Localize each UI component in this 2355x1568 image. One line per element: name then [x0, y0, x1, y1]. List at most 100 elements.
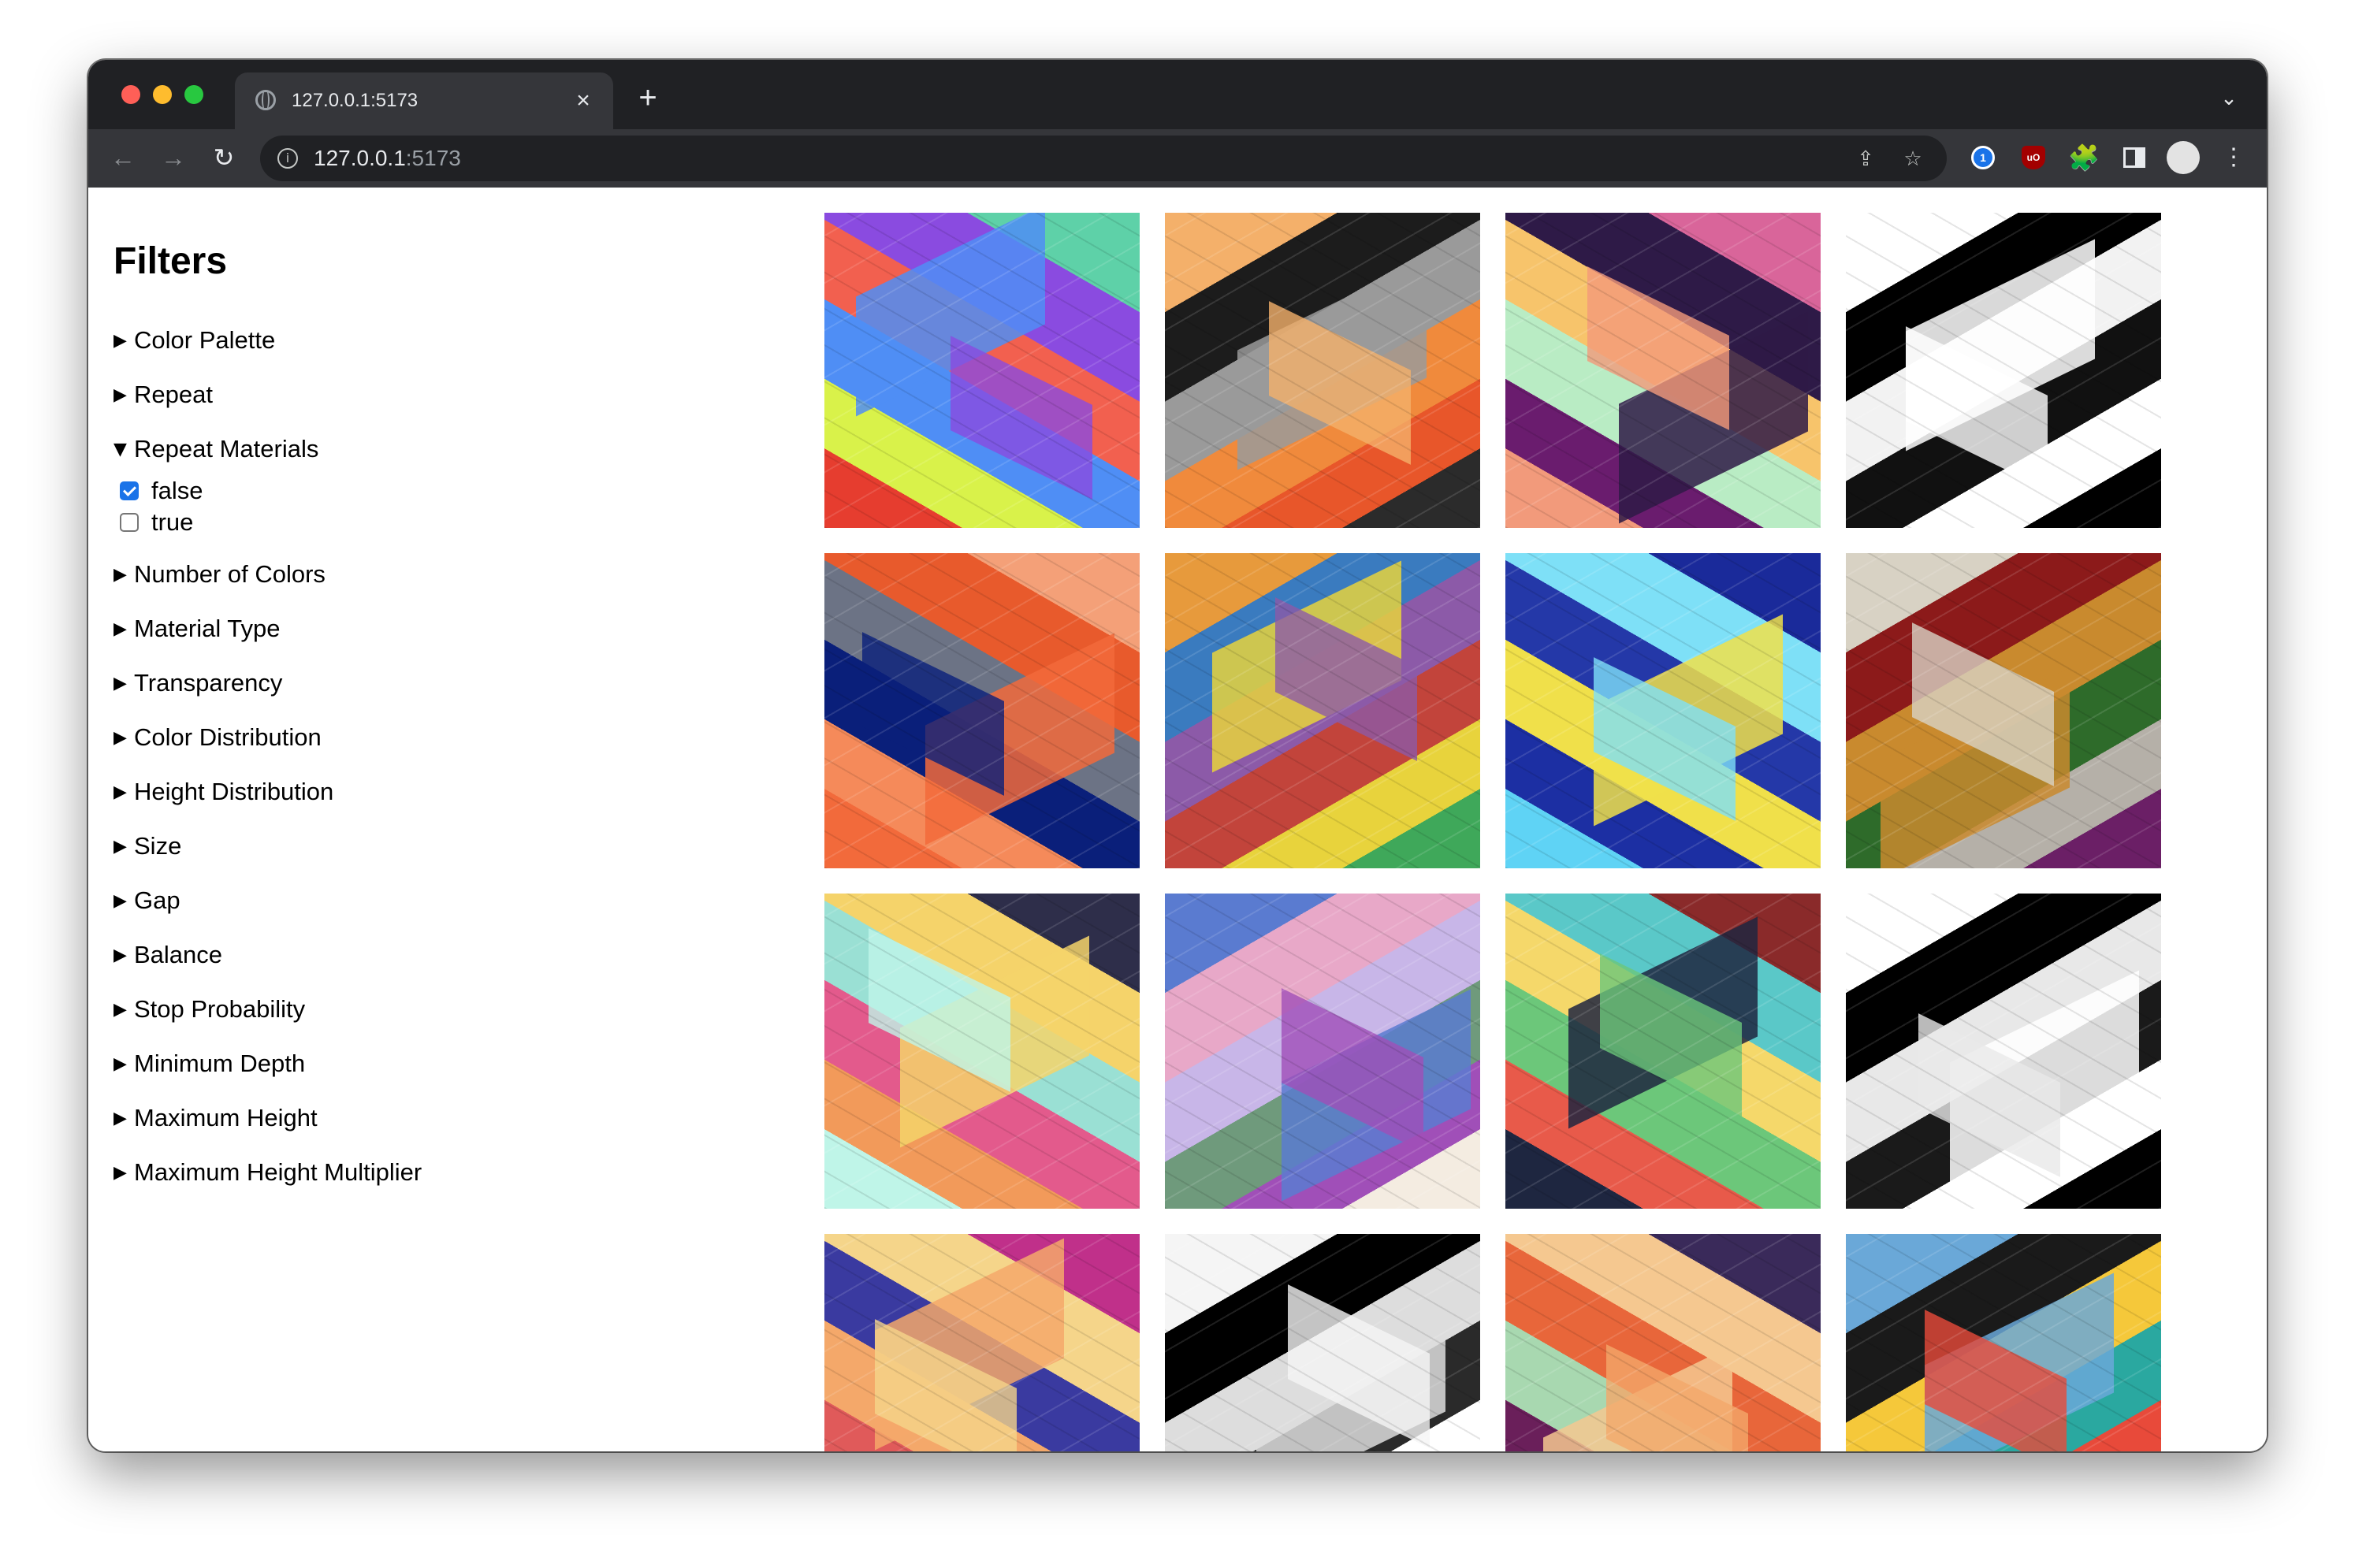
- ublock-icon[interactable]: uO: [2016, 140, 2051, 175]
- filters-title: Filters: [113, 240, 228, 282]
- filter-label: Maximum Height: [134, 1104, 318, 1131]
- filter-toggle-color-palette[interactable]: ▶ Color Palette: [113, 323, 275, 358]
- triangle-down-icon: ▼: [113, 439, 127, 459]
- filter-label: Gap: [134, 886, 180, 914]
- profile-avatar[interactable]: [2166, 140, 2201, 175]
- filter-toggle-color-distribution[interactable]: ▶ Color Distribution: [113, 720, 322, 755]
- generated-artwork-thumbnail[interactable]: [1505, 553, 1821, 868]
- ublock-label: uO: [2022, 145, 2045, 169]
- star-icon[interactable]: ☆: [1898, 143, 1928, 173]
- filter-toggle-balance[interactable]: ▶ Balance: [113, 938, 222, 972]
- filter-option-label: false: [151, 477, 203, 504]
- minimize-window-button[interactable]: [153, 85, 172, 104]
- filter-label: Color Distribution: [134, 723, 322, 751]
- filter-toggle-repeat[interactable]: ▶ Repeat: [113, 377, 213, 412]
- browser-tab[interactable]: 127.0.0.1:5173 ×: [235, 72, 613, 129]
- triangle-right-icon: ▶: [113, 782, 127, 802]
- browser-window: 127.0.0.1:5173 × + ⌄ ← → ↻ i 127.0.0.1:5…: [88, 60, 2267, 1451]
- share-icon[interactable]: ⇪: [1851, 143, 1881, 173]
- tab-bar: 127.0.0.1:5173 × + ⌄: [88, 60, 2267, 129]
- triangle-right-icon: ▶: [113, 564, 127, 585]
- filter-toggle-number-of-colors[interactable]: ▶ Number of Colors: [113, 557, 326, 592]
- checkbox[interactable]: [120, 513, 139, 532]
- triangle-right-icon: ▶: [113, 330, 127, 351]
- filter-toggle-material-type[interactable]: ▶ Material Type: [113, 611, 281, 646]
- filter-option-true[interactable]: true: [120, 507, 193, 538]
- generated-artwork-thumbnail[interactable]: [824, 894, 1140, 1209]
- address-bar[interactable]: i 127.0.0.1:5173 ⇪ ☆: [260, 136, 1947, 181]
- browser-toolbar: ← → ↻ i 127.0.0.1:5173 ⇪ ☆ 1 uO 🧩 ⋮: [88, 129, 2267, 188]
- filter-label: Color Palette: [134, 326, 276, 354]
- url-host: 127.0.0.1: [314, 146, 406, 170]
- forward-arrow-icon[interactable]: →: [154, 139, 192, 176]
- filter-label: Minimum Depth: [134, 1050, 306, 1077]
- globe-icon: [255, 90, 276, 110]
- generated-artwork-thumbnail[interactable]: [824, 213, 1140, 528]
- filter-label: Size: [134, 832, 182, 860]
- triangle-right-icon: ▶: [113, 1108, 127, 1128]
- generated-artwork-thumbnail[interactable]: [1846, 894, 2161, 1209]
- generated-artwork-thumbnail[interactable]: [824, 1234, 1140, 1451]
- chevron-down-icon[interactable]: ⌄: [2215, 84, 2243, 112]
- generated-artwork-thumbnail[interactable]: [1505, 894, 1821, 1209]
- onepassword-label: 1: [1971, 145, 1995, 169]
- filter-option-false[interactable]: false: [120, 475, 203, 507]
- filter-toggle-minimum-depth[interactable]: ▶ Minimum Depth: [113, 1046, 305, 1081]
- filter-toggle-gap[interactable]: ▶ Gap: [113, 883, 180, 918]
- generated-artwork-thumbnail[interactable]: [1846, 1234, 2161, 1451]
- filter-toggle-transparency[interactable]: ▶ Transparency: [113, 666, 282, 700]
- generated-artwork-thumbnail[interactable]: [1505, 1234, 1821, 1451]
- filter-toggle-size[interactable]: ▶ Size: [113, 829, 181, 864]
- triangle-right-icon: ▶: [113, 727, 127, 748]
- filter-toggle-maximum-height[interactable]: ▶ Maximum Height: [113, 1101, 318, 1135]
- filter-toggle-repeat-materials[interactable]: ▼ Repeat Materials: [113, 432, 318, 466]
- filter-label: Number of Colors: [134, 560, 326, 588]
- triangle-right-icon: ▶: [113, 999, 127, 1020]
- filter-label: Transparency: [134, 669, 283, 697]
- generated-artwork-thumbnail[interactable]: [1165, 894, 1480, 1209]
- filter-label: Material Type: [134, 615, 281, 642]
- maximize-window-button[interactable]: [184, 85, 203, 104]
- triangle-right-icon: ▶: [113, 1053, 127, 1074]
- checkbox[interactable]: [120, 481, 139, 500]
- onepassword-icon[interactable]: 1: [1966, 140, 2000, 175]
- filter-label: Maximum Height Multiplier: [134, 1158, 422, 1186]
- filter-label: Height Distribution: [134, 778, 334, 805]
- filter-toggle-maximum-height-multiplier[interactable]: ▶ Maximum Height Multiplier: [113, 1155, 422, 1190]
- triangle-right-icon: ▶: [113, 385, 127, 405]
- triangle-right-icon: ▶: [113, 1162, 127, 1183]
- tab-title: 127.0.0.1:5173: [292, 90, 419, 111]
- close-window-button[interactable]: [121, 85, 140, 104]
- triangle-right-icon: ▶: [113, 673, 127, 693]
- filter-label: Balance: [134, 941, 223, 968]
- page-viewport: Filters ▶ Color Palette ▶ Repeat ▼ Repeat Mat…: [88, 188, 2267, 1451]
- triangle-right-icon: ▶: [113, 890, 127, 911]
- generated-artwork-thumbnail[interactable]: [1846, 553, 2161, 868]
- kebab-menu-icon[interactable]: ⋮: [2216, 140, 2251, 175]
- filter-label: Repeat Materials: [134, 435, 319, 463]
- generated-artwork-thumbnail[interactable]: [1165, 1234, 1480, 1451]
- tab-close-icon[interactable]: ×: [569, 87, 597, 115]
- side-panel-icon[interactable]: [2117, 140, 2152, 175]
- back-arrow-icon[interactable]: ←: [104, 139, 142, 176]
- artwork-block: [951, 336, 1092, 500]
- reload-icon[interactable]: ↻: [205, 139, 243, 176]
- filter-label: Repeat: [134, 381, 213, 408]
- url-port: :5173: [405, 146, 461, 170]
- generated-artwork-thumbnail[interactable]: [1165, 553, 1480, 868]
- generated-artwork-thumbnail[interactable]: [1505, 213, 1821, 528]
- generated-artwork-thumbnail[interactable]: [1165, 213, 1480, 528]
- filter-toggle-height-distribution[interactable]: ▶ Height Distribution: [113, 775, 333, 809]
- filter-option-label: true: [151, 508, 194, 536]
- info-icon[interactable]: i: [277, 148, 298, 169]
- generated-artwork-thumbnail[interactable]: [824, 553, 1140, 868]
- url-text[interactable]: 127.0.0.1:5173: [314, 145, 461, 172]
- generated-artwork-thumbnail[interactable]: [1846, 213, 2161, 528]
- triangle-right-icon: ▶: [113, 836, 127, 856]
- triangle-right-icon: ▶: [113, 619, 127, 639]
- triangle-right-icon: ▶: [113, 945, 127, 965]
- new-tab-button[interactable]: +: [629, 79, 667, 117]
- filter-toggle-stop-probability[interactable]: ▶ Stop Probability: [113, 992, 305, 1027]
- filter-label: Stop Probability: [134, 995, 306, 1023]
- extensions-puzzle-icon[interactable]: 🧩: [2067, 140, 2101, 175]
